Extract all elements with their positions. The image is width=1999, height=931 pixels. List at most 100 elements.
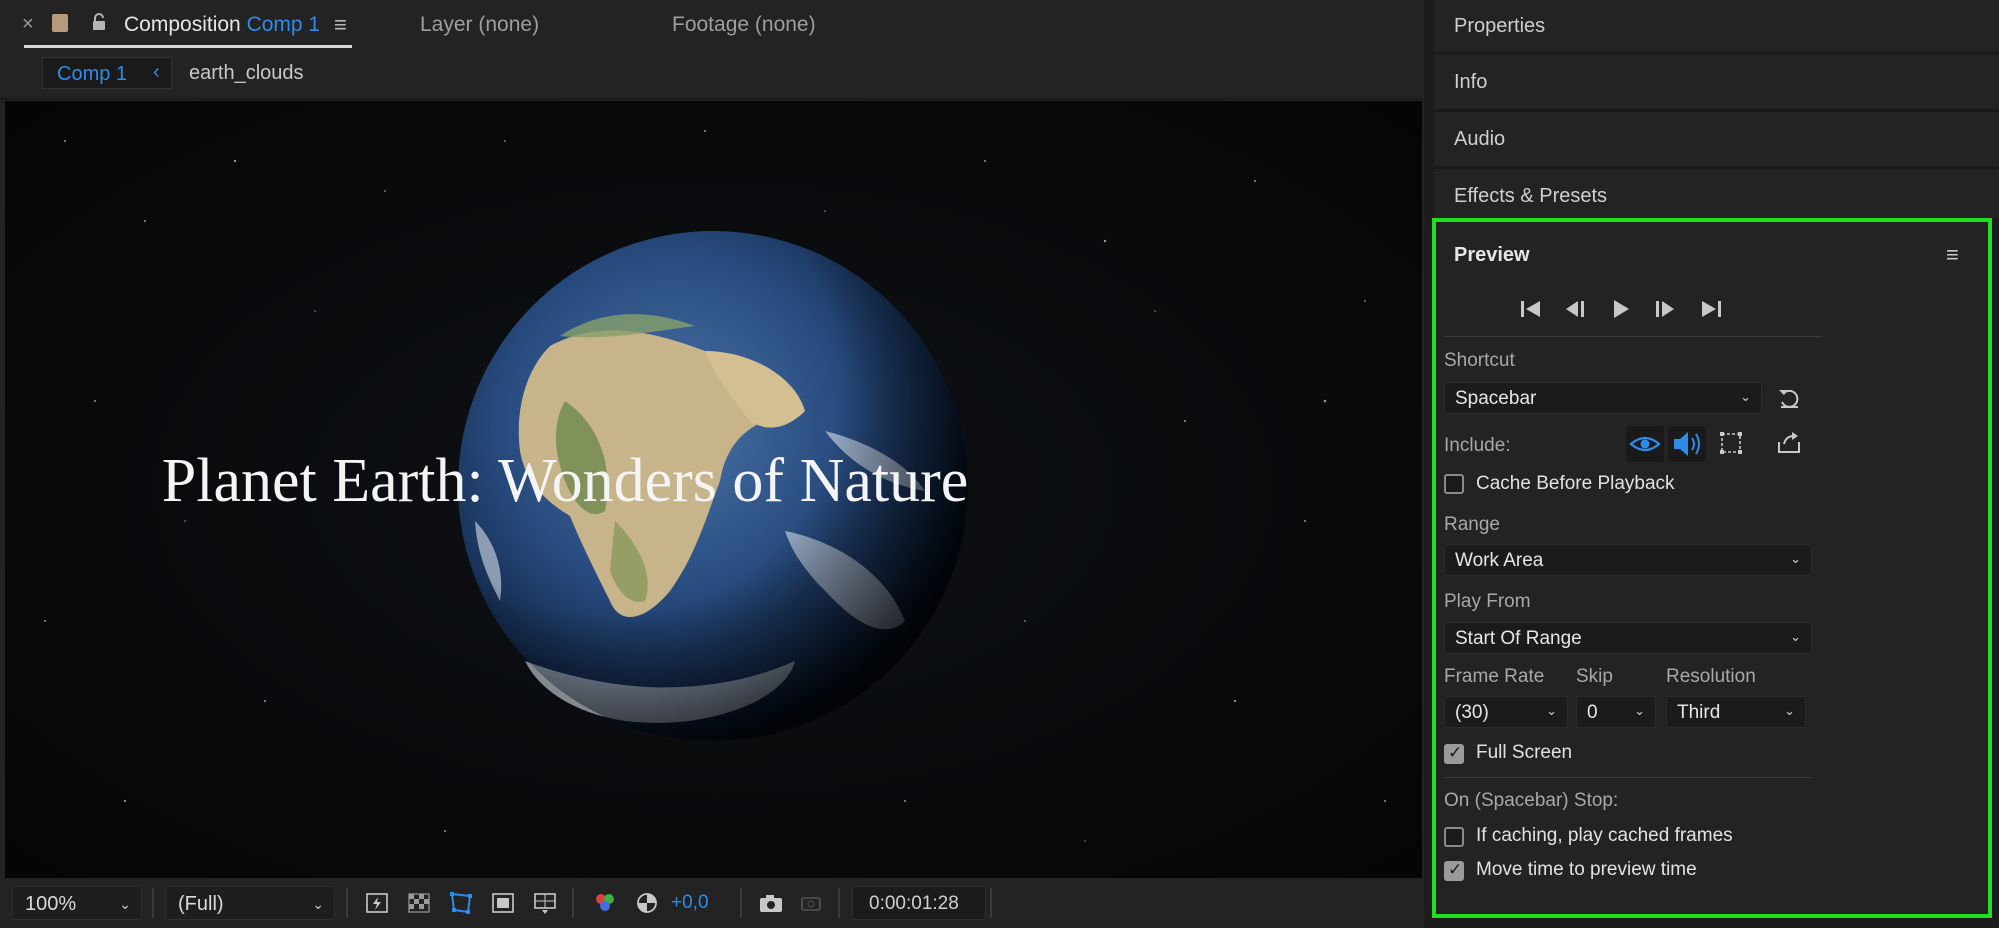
move-time-label: Move time to preview time (1476, 859, 1697, 880)
full-screen-checkbox[interactable] (1444, 743, 1464, 764)
shortcut-label: Shortcut (1444, 350, 1515, 371)
composition-viewer[interactable]: Planet Earth: Wonders of Nature (5, 101, 1422, 878)
chevron-down-icon: ⌄ (1790, 629, 1801, 644)
chevron-down-icon: ⌄ (1790, 551, 1801, 566)
toolbar-divider (152, 888, 154, 918)
camera-snapshot-icon[interactable] (756, 888, 786, 918)
next-frame-icon[interactable] (1652, 296, 1678, 322)
active-tab-underline (24, 45, 352, 48)
lock-icon[interactable] (90, 12, 108, 37)
on-stop-label: On (Spacebar) Stop: (1444, 790, 1619, 811)
move-time-checkbox[interactable] (1444, 860, 1464, 881)
region-of-interest-icon[interactable] (488, 888, 518, 918)
skip-label: Skip (1576, 666, 1613, 687)
tab-composition-sub: Comp 1 (246, 13, 321, 36)
play-from-label: Play From (1444, 591, 1531, 612)
section-divider (1444, 777, 1812, 778)
timecode-field[interactable]: 0:00:01:28 (852, 886, 986, 920)
tab-layer[interactable]: Layer (none) (420, 13, 539, 37)
info-title: Info (1454, 71, 1488, 93)
color-label-swatch[interactable] (52, 14, 68, 32)
overlays-icon[interactable] (1718, 430, 1744, 456)
viewer-toolbar: 100% ⌄ (Full) ⌄ +0,0 0:00:01:28 (0, 878, 1424, 928)
include-audio-toggle[interactable] (1668, 426, 1706, 462)
range-value: Work Area (1455, 550, 1544, 571)
effects-presets-panel[interactable]: Effects & Presets (1434, 169, 1999, 219)
properties-panel[interactable]: Properties (1434, 0, 1999, 55)
play-from-dropdown[interactable]: Start Of Range ⌄ (1444, 622, 1812, 654)
panel-menu-icon[interactable]: ≡ (1946, 242, 1959, 268)
chevron-down-icon: ⌄ (312, 896, 324, 912)
preview-title: Preview (1454, 244, 1530, 266)
chevron-down-icon: ⌄ (1740, 389, 1751, 404)
zoom-dropdown[interactable]: 100% ⌄ (12, 886, 142, 920)
skip-dropdown[interactable]: 0 ⌄ (1576, 696, 1656, 728)
panel-tab-bar: × Composition Comp 1 ≡ Layer (none) Foot… (0, 0, 1424, 50)
shortcut-dropdown[interactable]: Spacebar ⌄ (1444, 382, 1762, 414)
export-icon[interactable] (1776, 430, 1802, 456)
skip-value: 0 (1587, 702, 1598, 723)
toolbar-divider (572, 888, 574, 918)
comp-navigator-item[interactable]: earth_clouds (189, 62, 304, 85)
section-divider (1444, 336, 1822, 337)
resolution-dropdown[interactable]: (Full) ⌄ (165, 886, 335, 920)
last-frame-icon[interactable] (1698, 296, 1724, 322)
first-frame-icon[interactable] (1518, 296, 1544, 322)
resolution-label: Resolution (1666, 666, 1756, 687)
chevron-down-icon: ⌄ (1634, 703, 1645, 718)
resolution-dropdown[interactable]: Third ⌄ (1666, 696, 1806, 728)
mask-path-icon[interactable] (446, 888, 476, 918)
chevron-down-icon: ⌄ (1546, 703, 1557, 718)
reset-icon[interactable] (1776, 385, 1802, 411)
previous-frame-icon[interactable] (1562, 296, 1588, 322)
color-management-icon[interactable] (632, 888, 662, 918)
preview-panel: Preview ≡ Shortcut Spacebar ⌄ Include: C… (1432, 218, 1992, 918)
chevron-left-icon[interactable]: ‹ (153, 61, 160, 84)
show-snapshot-icon[interactable] (796, 888, 826, 918)
toolbar-divider (346, 888, 348, 918)
exposure-value[interactable]: +0,0 (671, 892, 709, 914)
resolution-value: (Full) (178, 893, 224, 915)
full-screen-label: Full Screen (1476, 742, 1573, 763)
shortcut-value: Spacebar (1455, 388, 1537, 409)
tab-composition-label: Composition (124, 13, 241, 36)
effects-presets-title: Effects & Presets (1454, 185, 1608, 207)
properties-title: Properties (1454, 15, 1546, 37)
color-channels-icon[interactable] (590, 888, 620, 918)
range-dropdown[interactable]: Work Area ⌄ (1444, 544, 1812, 576)
toolbar-divider (838, 888, 840, 918)
frame-rate-value: (30) (1455, 702, 1489, 723)
include-label: Include: (1444, 435, 1511, 456)
close-icon[interactable]: × (22, 13, 34, 36)
frame-rate-label: Frame Rate (1444, 666, 1545, 687)
comp-navigator-active[interactable]: Comp 1 ‹ (42, 57, 172, 89)
toolbar-divider (740, 888, 742, 918)
tab-composition[interactable]: Composition Comp 1 (124, 13, 320, 37)
frame-rate-dropdown[interactable]: (30) ⌄ (1444, 696, 1568, 728)
tab-footage[interactable]: Footage (none) (672, 13, 816, 37)
transparency-grid-icon[interactable] (404, 888, 434, 918)
if-caching-checkbox[interactable] (1444, 827, 1464, 847)
fast-previews-icon[interactable] (362, 888, 392, 918)
include-video-toggle[interactable] (1626, 426, 1664, 462)
composition-panel: × Composition Comp 1 ≡ Layer (none) Foot… (0, 0, 1424, 928)
panel-menu-icon[interactable]: ≡ (334, 12, 347, 38)
eye-icon (1629, 436, 1661, 452)
speaker-icon (1674, 432, 1700, 456)
audio-panel[interactable]: Audio (1434, 112, 1999, 169)
timecode-value: 0:00:01:28 (869, 893, 959, 914)
toolbar-divider (990, 888, 992, 918)
comp-navigator-bar: Comp 1 ‹ earth_clouds (0, 50, 1424, 100)
grid-guides-icon[interactable] (530, 888, 560, 918)
chevron-down-icon: ⌄ (119, 896, 131, 912)
audio-title: Audio (1454, 128, 1506, 150)
cache-before-playback-label: Cache Before Playback (1476, 473, 1675, 494)
viewer-title-text: Planet Earth: Wonders of Nature (161, 447, 969, 515)
comp-navigator-label: Comp 1 (57, 63, 128, 85)
info-panel[interactable]: Info (1434, 55, 1999, 112)
cache-before-playback-checkbox[interactable] (1444, 474, 1464, 494)
resolution-value: Third (1677, 702, 1721, 723)
play-icon[interactable] (1608, 296, 1634, 322)
range-label: Range (1444, 514, 1500, 535)
if-caching-label: If caching, play cached frames (1476, 825, 1733, 846)
